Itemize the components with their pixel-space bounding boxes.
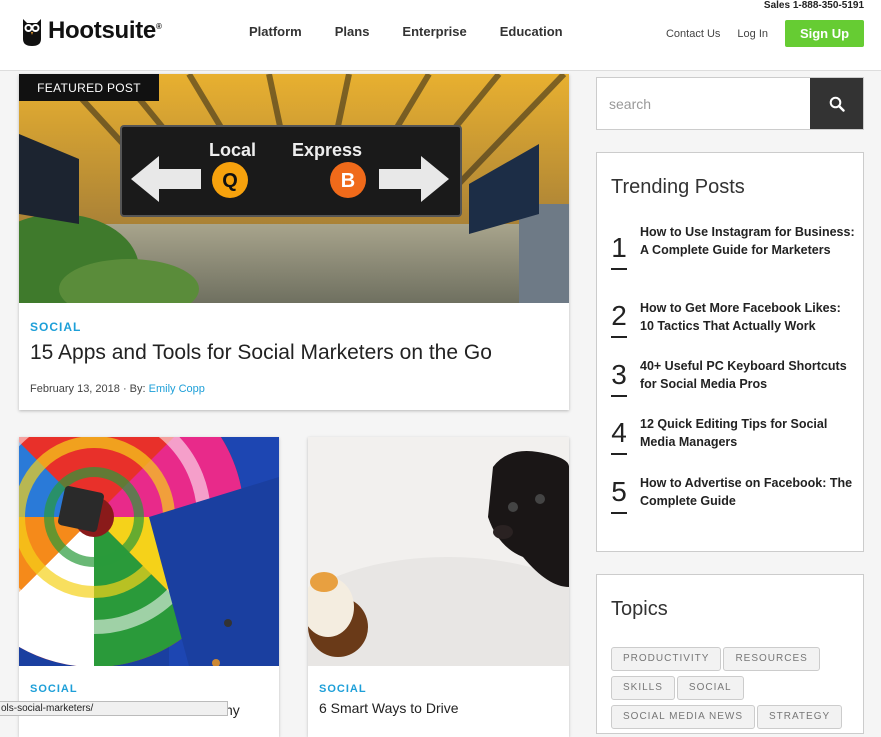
card-title[interactable]: 6 Smart Ways to Drive xyxy=(319,699,564,717)
trending-link[interactable]: 40+ Useful PC Keyboard Shortcuts for Soc… xyxy=(640,357,855,393)
trending-link[interactable]: How to Get More Facebook Likes: 10 Tacti… xyxy=(640,299,855,335)
q-line-text: Q xyxy=(222,170,238,192)
nav-platform[interactable]: Platform xyxy=(249,24,302,39)
contact-link[interactable]: Contact Us xyxy=(666,28,720,40)
card-title[interactable]: ny xyxy=(225,701,279,719)
card-category[interactable]: SOCIAL xyxy=(319,683,367,695)
tag-social-media-news[interactable]: SOCIAL MEDIA NEWS xyxy=(611,705,755,729)
topics-title: Topics xyxy=(611,598,668,620)
post-card[interactable]: SOCIAL ny xyxy=(19,437,279,737)
trending-link[interactable]: How to Advertise on Facebook: The Comple… xyxy=(640,474,855,510)
topics-panel: Topics PRODUCTIVITY RESOURCESSKILLS SOCIAL… xyxy=(596,574,864,734)
featured-badge: FEATURED POST xyxy=(19,74,159,101)
trending-number: 2 xyxy=(611,300,627,338)
tag-skills[interactable]: SKILLS xyxy=(611,676,675,700)
nav-enterprise[interactable]: Enterprise xyxy=(402,24,466,39)
nav-education[interactable]: Education xyxy=(500,24,563,39)
trending-number: 1 xyxy=(611,232,627,270)
signup-button[interactable]: Sign Up xyxy=(785,20,864,47)
tag-productivity[interactable]: PRODUCTIVITY xyxy=(611,647,722,671)
trending-number: 3 xyxy=(611,359,627,397)
search-button[interactable] xyxy=(810,78,863,129)
login-link[interactable]: Log In xyxy=(737,28,768,40)
sign-express-text: Express xyxy=(292,140,362,160)
trending-number: 5 xyxy=(611,476,627,514)
trending-link[interactable]: 12 Quick Editing Tips for Social Media M… xyxy=(640,415,855,451)
trending-posts-panel: Trending Posts 1 How to Use Instagram fo… xyxy=(596,152,864,552)
post-card[interactable]: SOCIAL 6 Smart Ways to Drive xyxy=(308,437,569,737)
balloon-image[interactable] xyxy=(19,437,279,666)
trending-title: Trending Posts xyxy=(611,176,745,198)
featured-post[interactable]: FEATURED POST Local Express Q B SOCIAL 1… xyxy=(19,74,569,410)
featured-meta: February 13, 2018 · By: Emily Copp xyxy=(30,383,205,395)
topic-tags: PRODUCTIVITY RESOURCES SKILLS SOCIAL SOCIAL … xyxy=(611,647,851,734)
featured-title[interactable]: 15 Apps and Tools for Social Marketers o… xyxy=(30,341,560,365)
featured-image[interactable]: Local Express Q B xyxy=(19,74,569,303)
sign-local-text: Local xyxy=(209,140,256,160)
search-icon xyxy=(829,96,845,112)
site-header: Sales 1-888-350-5191 Hootsuite® Platform… xyxy=(0,0,881,71)
search-box xyxy=(596,77,864,130)
utility-nav: Contact Us Log In Sign Up xyxy=(666,20,864,47)
tag-social[interactable]: SOCIAL xyxy=(676,676,744,700)
author-link[interactable]: Emily Copp xyxy=(149,383,205,395)
logo-text: Hootsuite® xyxy=(48,17,162,44)
tag-resources[interactable]: RESOURCES xyxy=(723,647,820,671)
pug-image[interactable] xyxy=(308,437,569,666)
trending-link[interactable]: How to Use Instagram for Business: A Com… xyxy=(640,223,855,259)
hootsuite-logo[interactable]: Hootsuite® xyxy=(21,15,162,47)
trending-number: 4 xyxy=(611,417,627,455)
search-input[interactable] xyxy=(597,78,811,129)
owl-logo-icon xyxy=(23,19,41,46)
card-category[interactable]: SOCIAL xyxy=(30,683,78,695)
featured-category[interactable]: SOCIAL xyxy=(30,320,81,334)
main-nav: Platform Plans Enterprise Education xyxy=(249,24,596,39)
nav-plans[interactable]: Plans xyxy=(335,24,370,39)
tag-strategy[interactable]: STRATEGY xyxy=(756,705,843,729)
b-line-text: B xyxy=(341,170,355,192)
browser-status-url: ols-social-marketers/ xyxy=(0,701,228,716)
sales-phone[interactable]: Sales 1-888-350-5191 xyxy=(764,0,864,11)
